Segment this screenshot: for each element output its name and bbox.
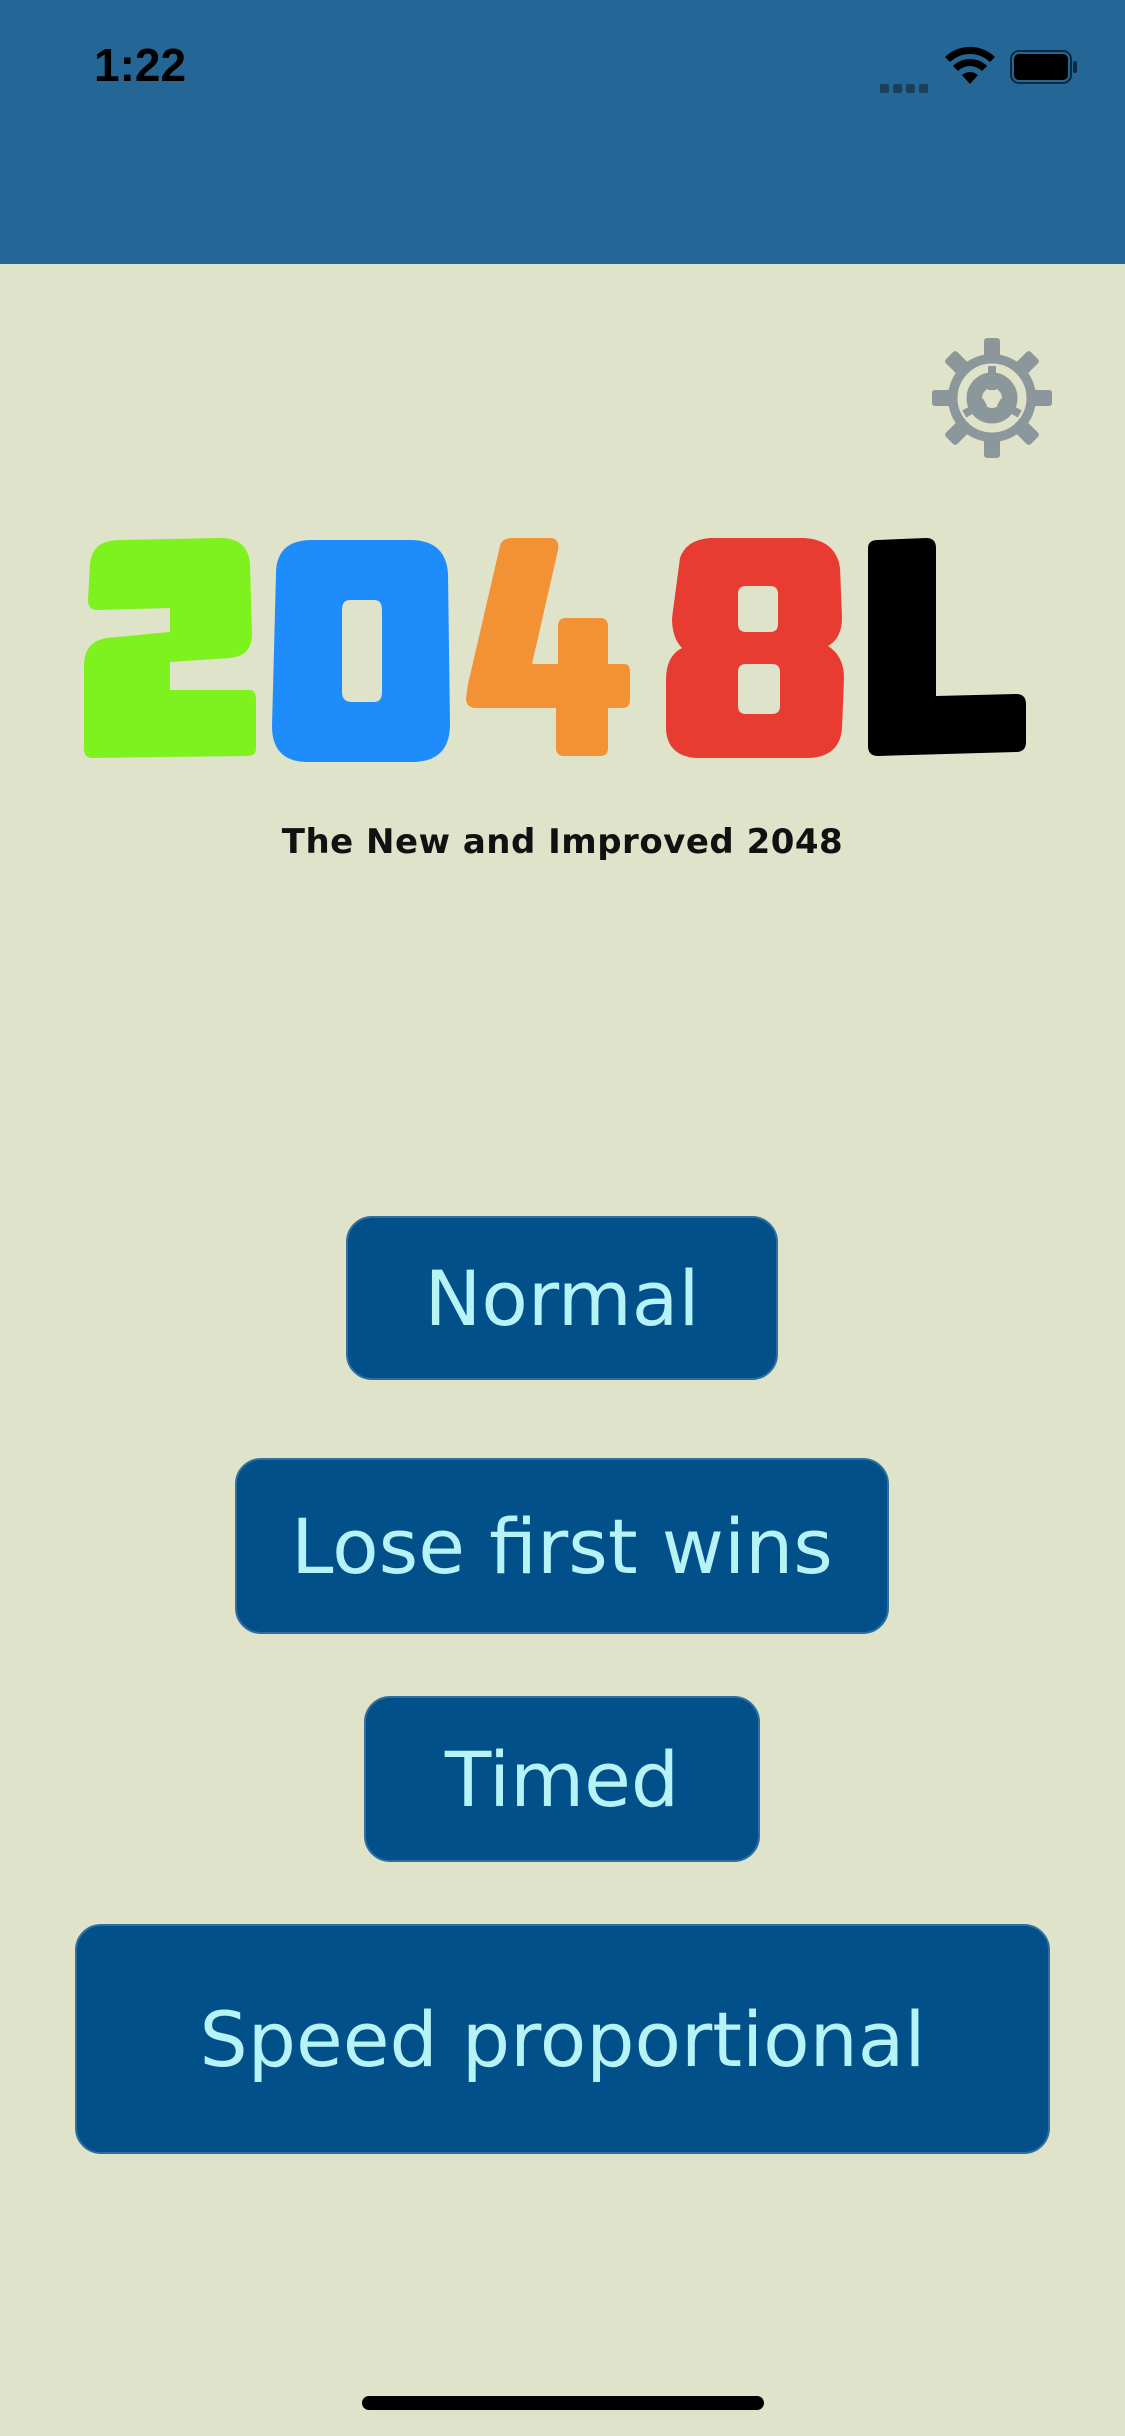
- logo-graphic: [84, 538, 1026, 762]
- home-indicator[interactable]: [362, 2396, 764, 2410]
- wifi-icon: [945, 46, 995, 84]
- status-time: 1:22: [94, 39, 187, 91]
- top-header-bar: 1:22: [0, 0, 1125, 264]
- app-subtitle: The New and Improved 2048: [281, 822, 844, 862]
- timed-mode-button[interactable]: Timed: [364, 1696, 760, 1862]
- normal-mode-button[interactable]: Normal: [346, 1216, 778, 1380]
- cellular-signal-icon: [880, 74, 936, 93]
- app-logo-2048l: [80, 534, 1030, 766]
- battery-icon: [1010, 50, 1077, 84]
- lose-first-wins-mode-button[interactable]: Lose first wins: [235, 1458, 889, 1634]
- speed-proportional-mode-button[interactable]: Speed proportional: [75, 1924, 1050, 2154]
- gear-icon[interactable]: [930, 336, 1054, 460]
